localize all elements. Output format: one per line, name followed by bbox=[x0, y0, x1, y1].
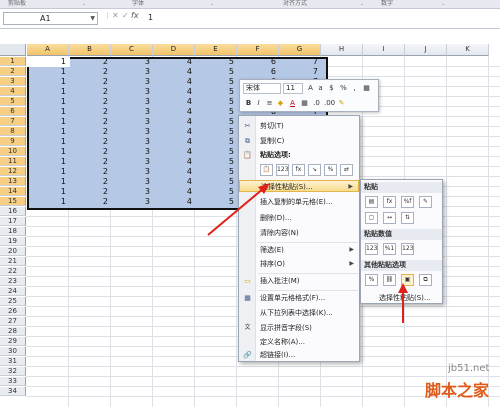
annotation-arrow-left bbox=[207, 187, 265, 236]
watermark-site: jb51.net bbox=[448, 363, 490, 374]
annotation-arrowhead-up bbox=[398, 283, 408, 293]
annotation-arrows bbox=[207, 183, 408, 323]
watermark-brand: 脚本之家 bbox=[425, 381, 490, 400]
